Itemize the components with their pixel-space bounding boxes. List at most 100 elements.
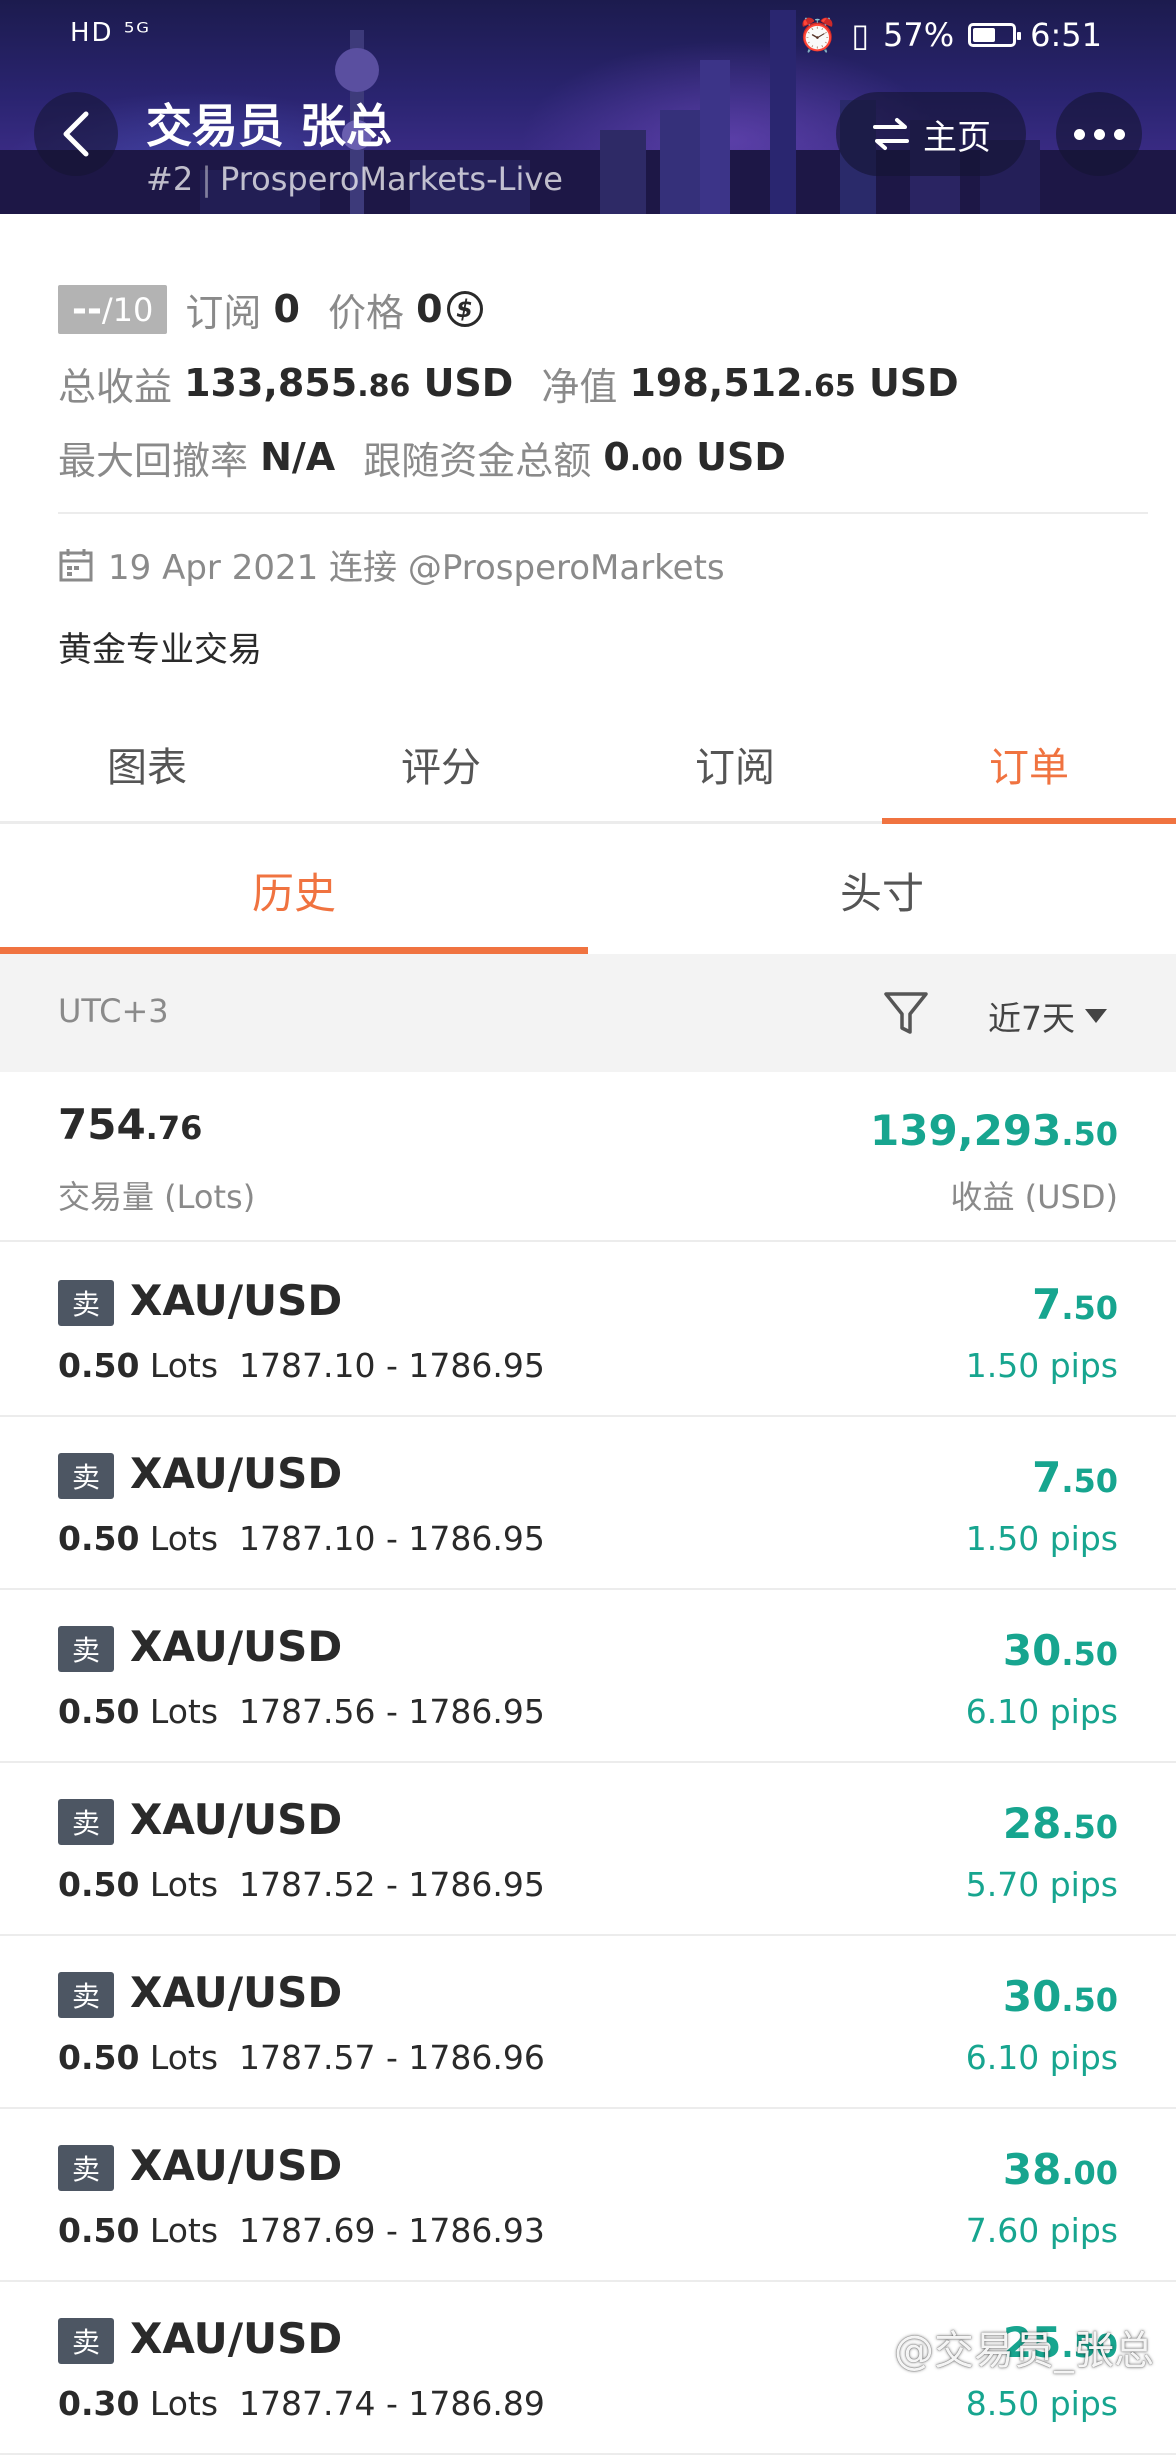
- drawdown-value: N/A: [260, 435, 336, 479]
- order-row[interactable]: 卖 XAU/USD 0.50 Lots 1787.57 - 1786.96 30.50…: [0, 1936, 1176, 2109]
- lots-unit: Lots: [149, 1692, 219, 1731]
- order-profit: 7.50: [1032, 1280, 1118, 1329]
- home-label: 主页: [923, 117, 991, 158]
- tab-chart[interactable]: 图表: [0, 706, 294, 821]
- period-dropdown[interactable]: 近7天: [988, 992, 1107, 1040]
- rank: #2: [146, 160, 194, 198]
- price-value: 0: [416, 287, 443, 331]
- joined-text: 19 Apr 2021 连接 @ProsperoMarkets: [108, 548, 725, 588]
- order-row[interactable]: 卖 XAU/USD 0.50 Lots 1787.69 - 1786.93 38.00…: [0, 2109, 1176, 2282]
- order-detail: 0.50 Lots 1787.10 - 1786.95: [58, 1519, 545, 1558]
- follow-funds-label: 跟随资金总额: [363, 438, 592, 483]
- page-title: 交易员 张总: [146, 99, 393, 153]
- status-right: ⏰ ▯ 57% 6:51: [798, 16, 1102, 54]
- order-profit: 30.50: [1002, 1972, 1118, 2021]
- order-prices: 1787.10 - 1786.95: [239, 1346, 545, 1385]
- alarm-icon: ⏰: [797, 16, 838, 54]
- order-symbol: XAU/USD: [130, 1968, 343, 2017]
- drawdown-label: 最大回撤率: [58, 438, 249, 483]
- lots-unit: Lots: [149, 1346, 219, 1385]
- order-lots: 0.50: [58, 1346, 140, 1385]
- order-lots: 0.50: [58, 1865, 140, 1904]
- order-symbol: XAU/USD: [130, 1795, 343, 1844]
- order-pips: 6.10 pips: [965, 1692, 1118, 1731]
- home-button[interactable]: 主页: [836, 92, 1026, 176]
- total-volume: 754.76: [58, 1100, 203, 1149]
- sell-badge: 卖: [58, 2145, 114, 2191]
- order-lots: 0.50: [58, 1692, 140, 1731]
- order-detail: 0.50 Lots 1787.10 - 1786.95: [58, 1346, 545, 1385]
- order-subtabs: 历史 头寸: [0, 826, 1176, 954]
- order-lots: 0.30: [58, 2384, 140, 2423]
- total-profit-label: 总收益: [58, 364, 173, 409]
- history-summary: 754.76 交易量 (Lots) 139,293.50 收益 (USD): [0, 1072, 1176, 1242]
- sell-badge: 卖: [58, 2318, 114, 2364]
- status-bar: HD ⁵ᴳ ⏰ ▯ 57% 6:51: [0, 0, 1176, 72]
- trader-stats: --/10 订阅 0 价格 0 $ 总收益 133,855.86 USD 净值 …: [58, 272, 1118, 494]
- rating-value: --: [72, 288, 102, 330]
- sell-badge: 卖: [58, 1453, 114, 1499]
- sell-badge: 卖: [58, 1280, 114, 1326]
- back-button[interactable]: [34, 92, 118, 176]
- period-value: 近7天: [988, 999, 1075, 1038]
- subtab-history[interactable]: 历史: [0, 826, 588, 954]
- order-prices: 1787.56 - 1786.95: [239, 1692, 545, 1731]
- more-dot: [1073, 128, 1085, 140]
- order-detail: 0.50 Lots 1787.69 - 1786.93: [58, 2211, 545, 2250]
- server-line: #2 | ProsperoMarkets-Live: [146, 160, 563, 198]
- rating-badge: --/10: [58, 284, 168, 334]
- order-row[interactable]: 卖 XAU/USD 0.50 Lots 1787.56 - 1786.95 30.50…: [0, 1590, 1176, 1763]
- order-prices: 1787.69 - 1786.93: [239, 2211, 545, 2250]
- sell-badge: 卖: [58, 1626, 114, 1672]
- rating-max: /10: [101, 290, 154, 329]
- lots-unit: Lots: [149, 2211, 219, 2250]
- profit-line: 总收益 133,855.86 USD 净值 198,512.65 USD: [58, 346, 1118, 420]
- tab-subscribe[interactable]: 订阅: [588, 706, 882, 821]
- subtab-positions[interactable]: 头寸: [588, 826, 1176, 954]
- divider: [58, 512, 1148, 514]
- order-prices: 1787.10 - 1786.95: [239, 1519, 545, 1558]
- more-button[interactable]: [1056, 92, 1142, 176]
- order-profit: 28.50: [1002, 1799, 1118, 1848]
- order-symbol: XAU/USD: [130, 2314, 343, 2363]
- sell-badge: 卖: [58, 1972, 114, 2018]
- battery-percent: 57%: [883, 16, 955, 54]
- equity-label: 净值: [541, 364, 618, 409]
- order-lots: 0.50: [58, 2038, 140, 2077]
- watermark: @交易员_张总: [894, 2328, 1154, 2374]
- chevron-left-icon: [63, 111, 89, 157]
- subscribe-label: 订阅: [185, 290, 262, 335]
- header-banner: HD ⁵ᴳ ⏰ ▯ 57% 6:51 交易员 张总 #2 | ProsperoMar…: [0, 0, 1176, 214]
- order-detail: 0.50 Lots 1787.57 - 1786.96: [58, 2038, 545, 2077]
- order-prices: 1787.52 - 1786.95: [239, 1865, 545, 1904]
- order-pips: 5.70 pips: [965, 1865, 1118, 1904]
- order-pips: 7.60 pips: [965, 2211, 1118, 2250]
- battery-icon: [968, 23, 1022, 47]
- follow-funds-value: 0.00 USD: [603, 435, 786, 479]
- order-profit: 30.50: [1002, 1626, 1118, 1675]
- trader-description: 黄金专业交易: [58, 630, 262, 670]
- lots-unit: Lots: [149, 2038, 219, 2077]
- order-lots: 0.50: [58, 1519, 140, 1558]
- subscribe-value: 0: [273, 287, 300, 331]
- order-detail: 0.30 Lots 1787.74 - 1786.89: [58, 2384, 545, 2423]
- filter-icon[interactable]: [882, 988, 930, 1038]
- tab-rating[interactable]: 评分: [294, 706, 588, 821]
- filter-bar: UTC+3 近7天: [0, 954, 1176, 1072]
- vibrate-icon: ▯: [851, 16, 870, 54]
- order-pips: 6.10 pips: [965, 2038, 1118, 2077]
- total-profit-value: 133,855.86 USD: [184, 361, 514, 405]
- order-symbol: XAU/USD: [130, 1449, 343, 1498]
- order-row[interactable]: 卖 XAU/USD 0.50 Lots 1787.10 - 1786.95 7.50 1…: [0, 1417, 1176, 1590]
- tab-orders[interactable]: 订单: [882, 706, 1176, 824]
- order-symbol: XAU/USD: [130, 1622, 343, 1671]
- timezone-label: UTC+3: [58, 992, 169, 1030]
- order-profit: 38.00: [1002, 2145, 1118, 2194]
- order-row[interactable]: 卖 XAU/USD 0.50 Lots 1787.10 - 1786.95 7.50 1…: [0, 1244, 1176, 1417]
- price-label: 价格: [327, 290, 404, 335]
- order-row[interactable]: 卖 XAU/USD 0.50 Lots 1787.52 - 1786.95 28.50…: [0, 1763, 1176, 1936]
- order-symbol: XAU/USD: [130, 2141, 343, 2190]
- lots-unit: Lots: [149, 1865, 219, 1904]
- total-volume-label: 交易量 (Lots): [58, 1178, 256, 1216]
- order-pips: 1.50 pips: [965, 1346, 1118, 1385]
